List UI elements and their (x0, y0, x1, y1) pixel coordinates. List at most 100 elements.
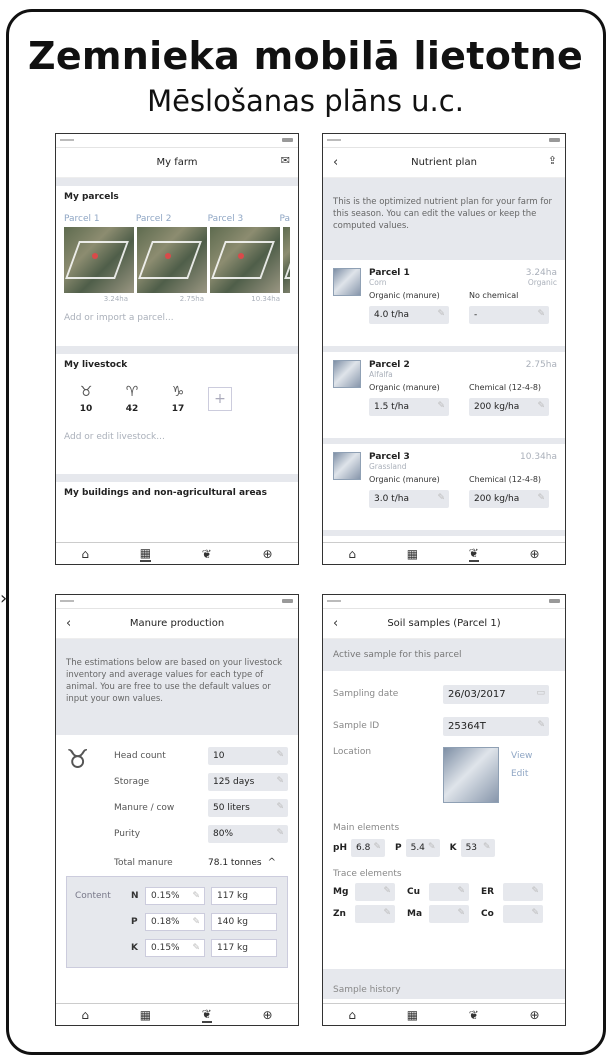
row-label: Manure / cow (114, 803, 175, 813)
sampling-date-field[interactable]: 26/03/2017 ▭ (443, 684, 549, 704)
add-parcel-link[interactable]: Add or import a parcel... (64, 313, 290, 323)
chevron-up-icon[interactable]: ^ (268, 857, 276, 868)
parcel-card[interactable]: Parcel 3 10.34ha Grassland Organic (manur… (323, 444, 565, 536)
element-field[interactable]: 6.8 ✎ (350, 839, 385, 857)
element-field[interactable]: ✎ (429, 883, 469, 901)
location-map-thumbnail[interactable] (443, 747, 499, 803)
back-icon[interactable]: ‹ (333, 155, 338, 170)
poster-subtitle: Mēslošanas plāns u.c. (147, 84, 464, 118)
screen-nutrient-plan: ‹ Nutrient plan ⇪ This is the optimized … (322, 133, 566, 565)
parcel-map-thumbnail[interactable] (210, 227, 280, 293)
livestock-count: 10 (79, 404, 93, 414)
chemical-rate-field[interactable]: - ✎ (469, 306, 549, 324)
add-icon[interactable]: ⊕ (530, 1008, 540, 1022)
row-value-field[interactable]: 80% ✎ (208, 825, 288, 843)
trace-element: ER ✎ (481, 883, 555, 901)
element-field[interactable]: 53 ✎ (460, 839, 495, 857)
page-title: My farm (156, 157, 198, 168)
parcel-label[interactable]: Pa (279, 214, 290, 224)
status-bar (56, 134, 298, 148)
parcel-map-thumbnail[interactable] (137, 227, 207, 293)
row-label: Purity (114, 829, 141, 839)
leaf-icon[interactable]: ❦ (202, 547, 212, 561)
percent-field[interactable]: 0.18% ✎ (145, 913, 205, 931)
percent-field[interactable]: 0.15% ✎ (145, 939, 205, 957)
parcel-card[interactable]: Parcel 2 2.75ha Alfalfa Organic (manure) C… (323, 352, 565, 444)
pencil-icon: ✎ (276, 802, 284, 812)
add-livestock-link[interactable]: Add or edit livestock... (64, 432, 290, 442)
leaf-icon[interactable]: ❦ (468, 546, 479, 562)
pencil-icon: ✎ (383, 886, 391, 896)
sample-id-field[interactable]: 25364T ✎ (443, 716, 549, 736)
element-label: Co (481, 909, 494, 919)
chemical-label: No chemical (469, 291, 519, 300)
tab-bar: ⌂ ▦ ❦ ⊕ (56, 1003, 298, 1025)
farm-icon[interactable]: ▦ (407, 547, 418, 561)
edit-link[interactable]: Edit (511, 765, 532, 783)
share-icon[interactable]: ⇪ (548, 154, 557, 167)
parcel-area: 2.75ha (525, 360, 557, 370)
add-icon[interactable]: ⊕ (530, 547, 540, 561)
content-row: K 0.15% ✎ 117 kg (75, 935, 279, 961)
element-field[interactable]: ✎ (355, 883, 395, 901)
pencil-icon: ✎ (537, 309, 545, 319)
row-value-field[interactable]: 50 liters ✎ (208, 799, 288, 817)
mail-icon[interactable]: ✉ (281, 154, 290, 167)
element-field[interactable]: ✎ (503, 883, 543, 901)
field-value: 5.4 (410, 843, 425, 853)
nav-bar: My farm ✉ (56, 148, 298, 178)
row-value-field[interactable]: 125 days ✎ (208, 773, 288, 791)
parcel-label[interactable]: Parcel 1 (64, 214, 136, 224)
parcel-area: 3.24ha (103, 295, 128, 303)
home-icon[interactable]: ⌂ (81, 1008, 89, 1022)
chemical-rate-field[interactable]: 200 kg/ha ✎ (469, 398, 549, 416)
parcel-map-thumbnail[interactable] (283, 227, 290, 293)
organic-rate-field[interactable]: 4.0 t/ha ✎ (369, 306, 449, 324)
back-icon[interactable]: ‹ (66, 616, 71, 631)
organic-rate-field[interactable]: 1.5 t/ha ✎ (369, 398, 449, 416)
section-heading: My livestock (64, 360, 128, 370)
organic-label: Organic (manure) (369, 475, 440, 484)
parcel-card[interactable]: Parcel 1 3.24ha Corn Organic Organic (manu… (323, 260, 565, 352)
home-icon[interactable]: ⌂ (348, 1008, 356, 1022)
add-icon[interactable]: ⊕ (263, 547, 273, 561)
pencil-icon: ✎ (537, 401, 545, 411)
organic-rate-field[interactable]: 3.0 t/ha ✎ (369, 490, 449, 508)
parcel-map-thumbnail[interactable] (64, 227, 134, 293)
parcel-name: Parcel 1 (369, 268, 410, 278)
trace-element: Mg ✎ (333, 883, 407, 901)
leaf-icon[interactable]: ❦ (201, 1007, 212, 1023)
element-symbol: N (131, 891, 139, 901)
pencil-icon: ✎ (537, 493, 545, 503)
crop-name: Alfalfa (369, 370, 393, 379)
home-icon[interactable]: ⌂ (348, 547, 356, 561)
trace-element: Co ✎ (481, 905, 555, 923)
total-label: Total manure (114, 857, 173, 868)
chemical-rate-field[interactable]: 200 kg/ha ✎ (469, 490, 549, 508)
element-label: pH (333, 843, 347, 853)
parcel-label[interactable]: Parcel 3 (208, 214, 280, 224)
parcel-label[interactable]: Parcel 2 (136, 214, 208, 224)
element-field[interactable]: 5.4 ✎ (405, 839, 440, 857)
leaf-icon[interactable]: ❦ (469, 1008, 479, 1022)
row-value-field[interactable]: 10 ✎ (208, 747, 288, 765)
home-icon[interactable]: ⌂ (81, 547, 89, 561)
add-icon[interactable]: ⊕ (263, 1008, 273, 1022)
manure-row: Manure / cow 50 liters ✎ (114, 795, 288, 821)
percent-field[interactable]: 0.15% ✎ (145, 887, 205, 905)
screen-my-farm: My farm ✉ My parcels Parcel 1 Parcel 2 P… (55, 133, 299, 565)
farm-icon[interactable]: ▦ (139, 546, 152, 562)
pencil-icon: ✎ (276, 828, 284, 838)
farm-icon[interactable]: ▦ (407, 1008, 418, 1022)
kg-value: 140 kg (211, 913, 277, 931)
farm-icon[interactable]: ▦ (140, 1008, 151, 1022)
element-field[interactable]: ✎ (503, 905, 543, 923)
field-value: 1.5 t/ha (374, 402, 409, 412)
element-field[interactable]: ✎ (429, 905, 469, 923)
pencil-icon: ✎ (483, 842, 491, 852)
back-icon[interactable]: ‹ (333, 616, 338, 631)
chemical-label: Chemical (12-4-8) (469, 383, 542, 392)
add-livestock-button[interactable]: + (208, 387, 232, 411)
view-link[interactable]: View (511, 747, 532, 765)
element-field[interactable]: ✎ (355, 905, 395, 923)
